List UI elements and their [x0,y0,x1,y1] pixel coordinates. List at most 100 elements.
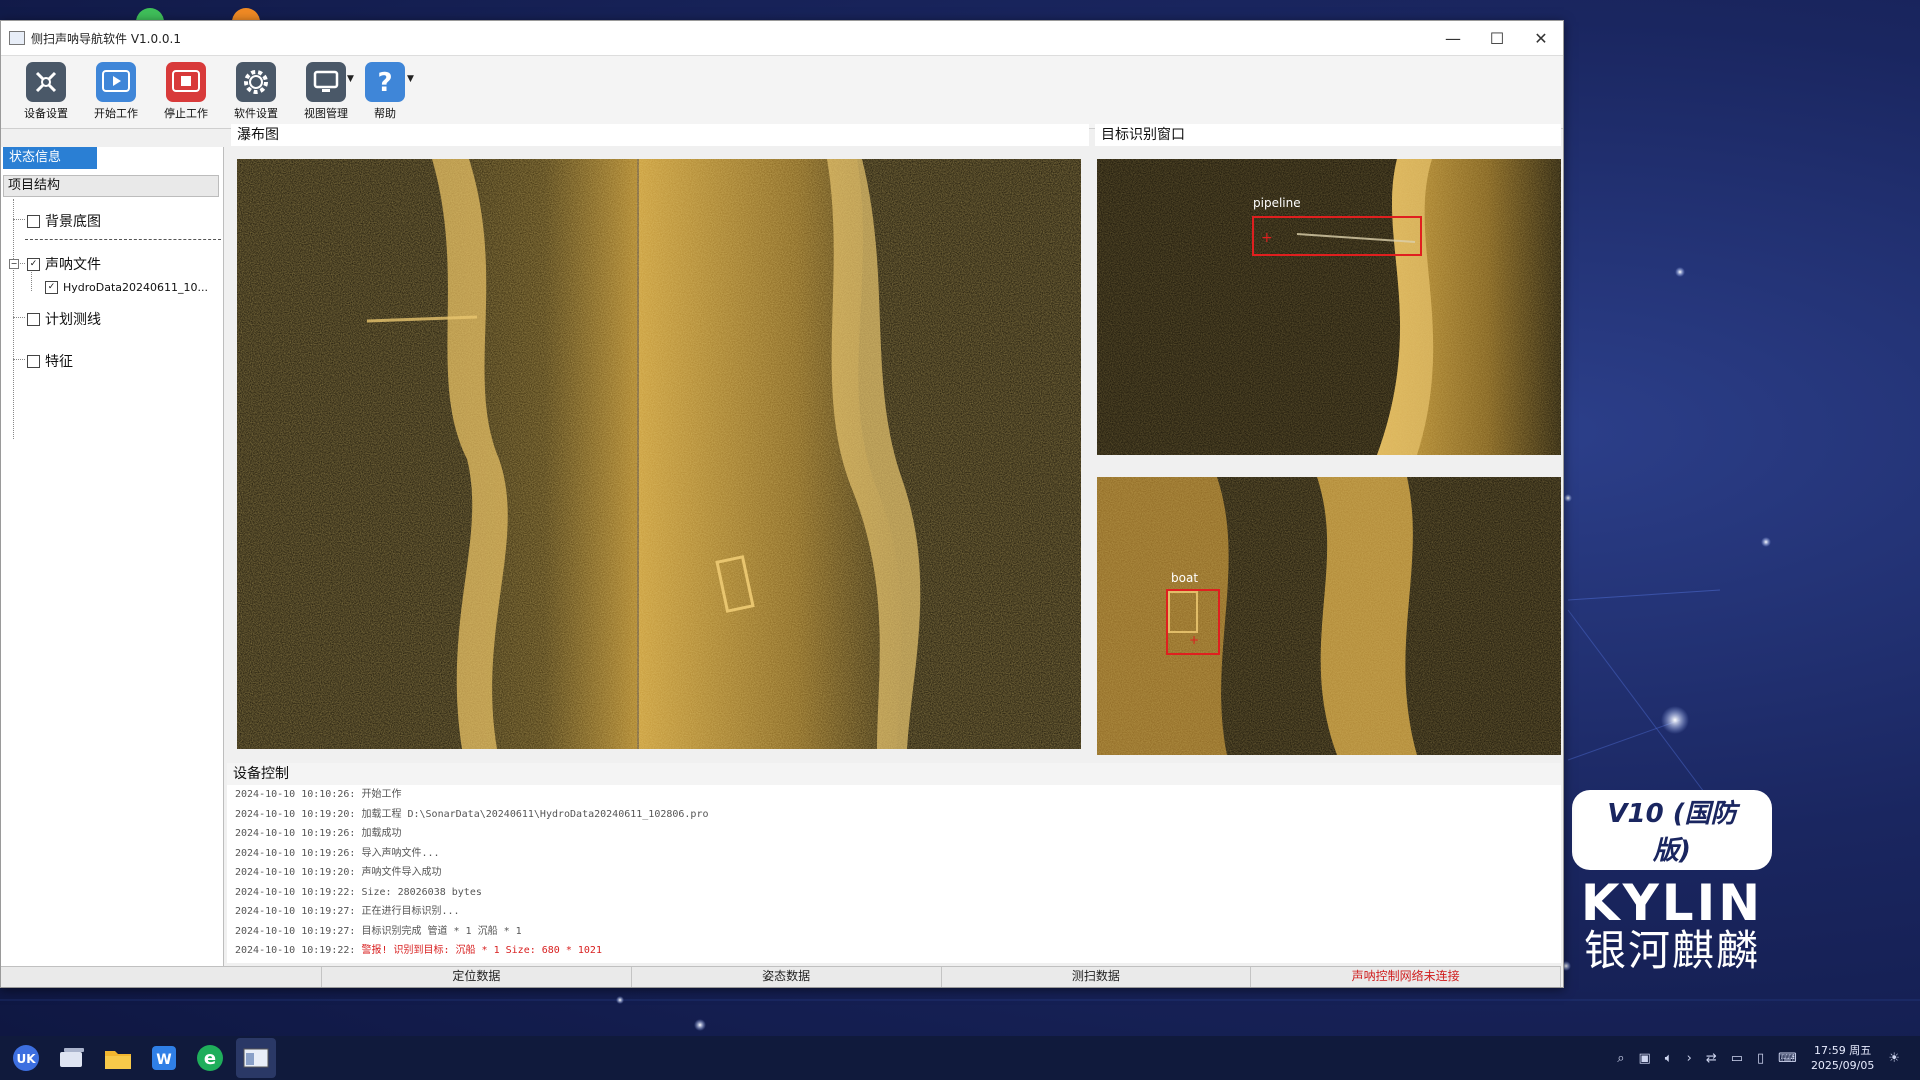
log-line-error: 2024-10-10 10:19:22: 警报! 识别到目标: 沉船 * 1 S… [235,945,602,956]
keyboard-icon[interactable]: ⌨ [1778,1051,1797,1066]
status-positioning: 定位数据 [322,967,632,987]
help-label: 帮助 [374,107,396,120]
clock[interactable]: 17:59 周五 2025/09/05 [1811,1043,1874,1073]
stop-work-button[interactable]: 停止工作 [151,56,221,121]
checkbox[interactable] [27,312,40,326]
log-line: 2024-10-10 10:19:27: 正在进行目标识别... [235,906,460,917]
tree-item-label: 声呐文件 [45,257,101,273]
start-work-button[interactable]: 开始工作 [81,56,151,121]
window-title: 侧扫声呐导航软件 V1.0.0.1 [31,31,182,46]
search-icon[interactable]: ⌕ [1617,1051,1624,1066]
start-icon[interactable]: UK [6,1038,46,1078]
minimize-button[interactable]: — [1431,21,1475,55]
app-window: 侧扫声呐导航软件 V1.0.0.1 — ☐ ✕ 设备设置 开始工作 停止工作 软… [0,20,1564,988]
status-survey: 测扫数据 [942,967,1252,987]
main-toolbar: 设备设置 开始工作 停止工作 软件设置 视图管理 ▼ ? 帮助 ▼ [1,56,1563,129]
svg-text:?: ? [377,68,392,97]
log-line: 2024-10-10 10:19:20: 加载工程 D:\SonarData\2… [235,808,709,820]
volume-icon[interactable]: 🔈︎ [1665,1051,1673,1066]
brightness-icon[interactable]: ☀ [1888,1051,1900,1066]
gear-icon [236,62,276,102]
chevron-down-icon[interactable]: ▼ [407,74,419,84]
svg-text:UK: UK [16,1052,36,1066]
help-icon: ? [365,62,405,102]
log-output: 2024-10-10 10:10:26: 开始工作 2024-10-10 10:… [227,785,1561,963]
clock-time: 17:59 周五 [1814,1044,1872,1057]
chevron-right-icon[interactable]: › [1687,1051,1692,1066]
waterfall-sonar-image[interactable] [237,159,1081,749]
svg-text:e: e [204,1048,216,1069]
taskbar: UK W e ⌕ ▣ 🔈︎ › ⇄ ▭ ▯ ⌨ 17:59 周五 2025/09… [0,1036,1920,1080]
target-window-title: 目标识别窗口 [1095,124,1561,146]
title-bar[interactable]: 侧扫声呐导航软件 V1.0.0.1 — ☐ ✕ [1,21,1563,56]
log-line: 2024-10-10 10:19:20: 声呐文件导入成功 [235,867,442,878]
system-tray: ⌕ ▣ 🔈︎ › ⇄ ▭ ▯ ⌨ 17:59 周五 2025/09/05 ☀ [1617,1036,1920,1080]
close-button[interactable]: ✕ [1519,21,1563,55]
checkbox[interactable] [27,354,40,368]
tree-item-label: HydroData20240611_10... [63,281,209,294]
software-settings-button[interactable]: 软件设置 [221,56,291,121]
notification-icon[interactable]: ▭ [1731,1051,1743,1066]
log-line: 2024-10-10 10:19:27: 目标识别完成 管道 * 1 沉船 * … [235,925,522,937]
kylin-brand-logo: V10 (国防版) KYLIN 银河麒麟 [1572,790,1772,974]
software-settings-label: 软件设置 [234,107,278,120]
detection-label-pipeline: pipeline [1253,196,1301,210]
log-line: 2024-10-10 10:19:26: 加载成功 [235,828,402,839]
help-button[interactable]: ? 帮助 [359,56,411,121]
tree-item-sonar-file[interactable]: ✓ HydroData20240611_10... [45,281,208,294]
waterfall-view-title: 瀑布图 [231,124,1089,146]
checkbox[interactable] [27,214,40,228]
checkbox-checked[interactable]: ✓ [45,281,58,294]
project-panel: 状态信息 项目结构 − 背景底图 ✓ 声呐文件 ✓ HydroData20240… [1,147,224,985]
tree-item-plan-lines[interactable]: 计划测线 [27,309,101,329]
stop-icon [166,62,206,102]
brand-name: KYLIN [1580,874,1764,932]
tree-item-label: 计划测线 [45,312,101,328]
log-line: 2024-10-10 10:19:26: 导入声呐文件... [235,847,440,859]
tab-status-info[interactable]: 状态信息 [3,147,97,169]
brand-name-cn: 银河麒麟 [1583,926,1760,975]
status-attitude: 姿态数据 [632,967,942,987]
tree-item-background[interactable]: 背景底图 [27,211,101,231]
view-management-label: 视图管理 [304,107,348,120]
tree-item-features[interactable]: 特征 [27,351,73,371]
checkbox-checked[interactable]: ✓ [27,257,40,271]
sonar-app-icon[interactable] [236,1038,276,1078]
svg-text:+: + [1261,230,1273,246]
device-settings-label: 设备设置 [24,107,68,120]
log-line: 2024-10-10 10:19:22: Size: 28026038 byte… [235,886,482,898]
clock-date: 2025/09/05 [1810,1059,1875,1072]
tree-item-sonar-files[interactable]: ✓ 声呐文件 [27,254,101,274]
device-settings-icon [26,62,66,102]
file-manager-icon[interactable] [98,1038,138,1078]
battery-icon[interactable]: ▯ [1757,1051,1764,1066]
svg-text:+: + [1189,633,1199,647]
device-settings-button[interactable]: 设备设置 [11,56,81,121]
tree-expander[interactable]: − [9,259,19,269]
project-structure-header: 项目结构 [3,175,219,197]
device-control-title: 设备控制 [227,763,1561,785]
target-view-pipeline[interactable]: + pipeline [1097,159,1561,455]
maximize-button[interactable]: ☐ [1475,21,1519,55]
log-line: 2024-10-10 10:10:26: 开始工作 [235,789,402,800]
browser-icon[interactable]: e [190,1038,230,1078]
status-bar: 定位数据 姿态数据 测扫数据 声呐控制网络未连接 [1,966,1561,987]
wps-icon[interactable]: W [144,1038,184,1078]
monitor-icon [306,62,346,102]
svg-text:W: W [156,1052,171,1068]
multitask-icon[interactable] [52,1038,92,1078]
play-icon [96,62,136,102]
star-sparkle [1661,706,1689,734]
target-view-boat[interactable]: + boat [1097,477,1561,755]
status-network-warning: 声呐控制网络未连接 [1251,967,1561,987]
status-cell [1,967,322,987]
chevron-down-icon[interactable]: ▼ [347,74,359,84]
tree-item-label: 背景底图 [45,214,101,230]
app-icon [9,31,25,45]
network-icon[interactable]: ⇄ [1706,1051,1717,1066]
stop-work-label: 停止工作 [164,107,208,120]
color-picker-icon[interactable]: ▣ [1639,1051,1651,1066]
view-management-button[interactable]: 视图管理 [291,56,361,121]
tree-item-label: 特征 [45,354,73,370]
detection-label-boat: boat [1171,571,1198,585]
